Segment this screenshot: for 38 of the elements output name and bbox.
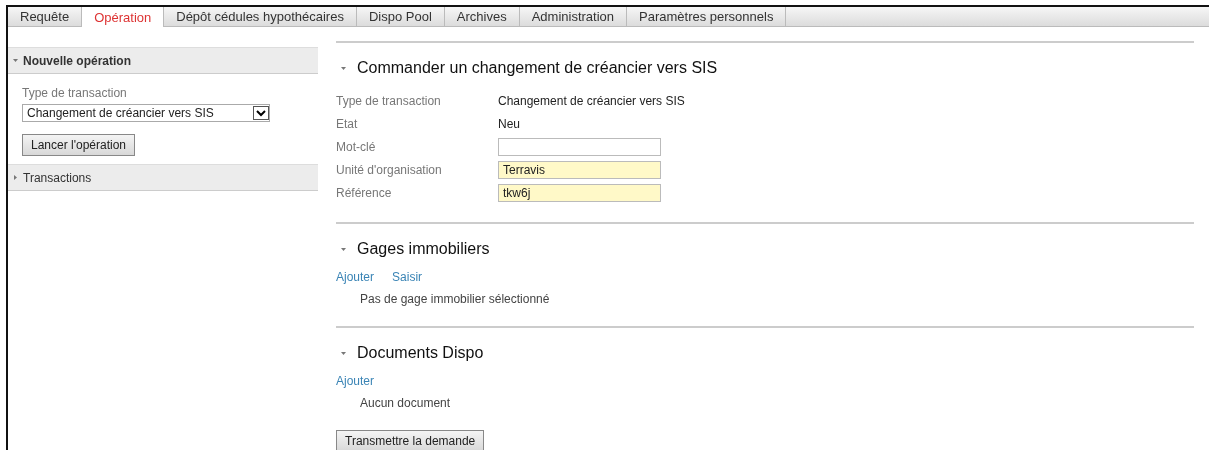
launch-button[interactable]: Lancer l'opération	[22, 134, 136, 156]
input-field[interactable]: Terravis	[498, 160, 661, 179]
tab[interactable]: Opération	[82, 7, 165, 27]
section-title: Gages immobiliers	[357, 240, 490, 258]
empty-message: Aucun document	[359, 396, 452, 410]
chevron-down-icon	[340, 64, 347, 72]
input-field[interactable]	[498, 137, 661, 156]
tab[interactable]: Administration	[519, 7, 628, 26]
chevron-down-icon	[340, 349, 347, 357]
section-title: Commander un changement de créancier vers SIS	[357, 59, 718, 77]
panel-header[interactable]: Transactions	[8, 164, 318, 191]
field-label: Unité d'organisation	[336, 162, 443, 177]
input-field[interactable]: tkw6j	[498, 183, 661, 202]
field-label: Référence	[336, 185, 393, 200]
tab[interactable]: Paramètres personnels	[627, 7, 787, 26]
select-field[interactable]: Changement de créancier vers SIS	[22, 104, 270, 122]
field-value: Changement de créancier vers SIS	[498, 93, 686, 108]
panel-header[interactable]: Nouvelle opération	[8, 47, 318, 74]
link[interactable]: Saisir	[392, 270, 423, 284]
link[interactable]: Ajouter	[336, 374, 375, 388]
field-label: Type de transaction	[336, 93, 442, 108]
chevron-down-icon	[12, 57, 19, 64]
dropdown-icon	[253, 106, 269, 120]
link[interactable]: Ajouter	[336, 270, 375, 284]
chevron-right-icon	[12, 174, 19, 181]
panel-title: Transactions	[23, 170, 92, 185]
tab[interactable]: Dépôt cédules hypothécaires	[164, 7, 357, 26]
field-label: Mot-clé	[336, 139, 377, 154]
empty-message: Pas de gage immobilier sélectionné	[359, 292, 551, 306]
tab[interactable]: Dispo Pool	[356, 7, 445, 26]
submit-button[interactable]: Transmettre la demande	[336, 430, 485, 450]
panel-title: Nouvelle opération	[23, 53, 132, 68]
section-title: Documents Dispo	[357, 344, 484, 362]
field-label: Etat	[336, 116, 359, 131]
chevron-down-icon	[340, 245, 347, 253]
field-label: Type de transaction	[22, 86, 127, 100]
tab[interactable]: Archives	[444, 7, 520, 26]
field-value: Neu	[498, 116, 521, 131]
